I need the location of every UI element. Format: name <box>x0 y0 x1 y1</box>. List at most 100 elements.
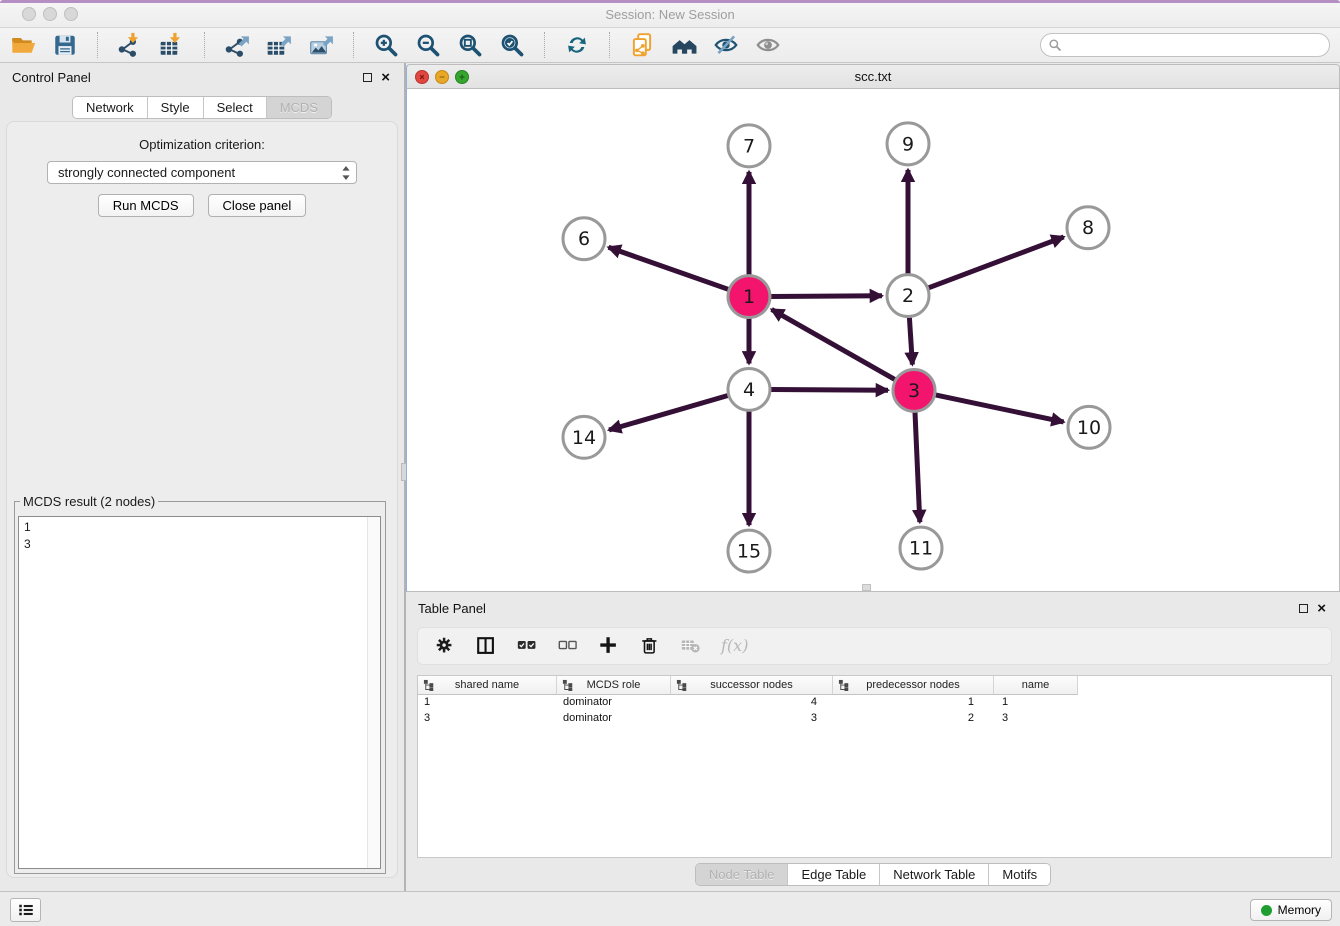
import-network-icon <box>117 32 143 58</box>
cell-successor-nodes[interactable]: 3 <box>671 711 833 727</box>
float-table-panel-icon[interactable] <box>1299 604 1308 613</box>
column-header-successor-nodes[interactable]: successor nodes <box>671 676 833 695</box>
column-header-predecessor-nodes[interactable]: predecessor nodes <box>833 676 994 695</box>
delete-table-button <box>677 632 705 660</box>
svg-text:f(x): f(x) <box>720 636 748 655</box>
refresh-button[interactable] <box>562 30 592 60</box>
tab-select[interactable]: Select <box>204 97 267 118</box>
mcds-panel: Optimization criterion: strongly connect… <box>6 121 398 878</box>
node-3[interactable]: 3 <box>893 369 935 411</box>
edge-2-8[interactable] <box>929 237 1064 288</box>
horizontal-splitter-grip[interactable] <box>862 584 871 591</box>
app-window: Session: New Session Control Panel × Net… <box>0 0 1340 926</box>
save-button[interactable] <box>50 30 80 60</box>
cell-name[interactable]: 1 <box>994 695 1078 711</box>
optimization-criterion-label: Optimization criterion: <box>7 137 397 152</box>
node-label: 9 <box>902 133 914 155</box>
node-7[interactable]: 7 <box>728 125 770 167</box>
toolbar-separator <box>353 32 354 58</box>
toolbar-separator <box>204 32 205 58</box>
node-2[interactable]: 2 <box>887 275 929 317</box>
node-10[interactable]: 10 <box>1068 406 1110 448</box>
node-1[interactable]: 1 <box>728 276 770 318</box>
criterion-dropdown[interactable]: strongly connected component <box>47 161 357 184</box>
zoom-in-button[interactable] <box>371 30 401 60</box>
sort-hierarchy-icon <box>423 679 434 694</box>
tab-style[interactable]: Style <box>148 97 204 118</box>
close-panel-button[interactable]: Close panel <box>208 194 307 217</box>
home-button[interactable] <box>669 30 699 60</box>
sort-hierarchy-icon <box>838 679 849 694</box>
cell-successor-nodes[interactable]: 4 <box>671 695 833 711</box>
memory-button[interactable]: Memory <box>1250 899 1332 921</box>
open-folder-button[interactable] <box>8 30 38 60</box>
status-bar: Memory <box>0 891 1340 926</box>
search-input[interactable] <box>1040 33 1330 57</box>
table-tab-network-table[interactable]: Network Table <box>880 864 989 885</box>
cell-shared-name[interactable]: 3 <box>418 711 557 727</box>
network-canvas[interactable]: 7 9 6 8 1 2 4 3 14 10 15 11 <box>406 89 1340 592</box>
tab-mcds[interactable]: MCDS <box>267 97 331 118</box>
deselect-all-checkboxes-button[interactable] <box>554 632 582 660</box>
cell-predecessor-nodes[interactable]: 1 <box>833 695 994 711</box>
edge-3-1[interactable] <box>772 309 895 379</box>
show-panels-button[interactable] <box>10 898 41 922</box>
close-table-panel-icon[interactable]: × <box>1317 601 1326 616</box>
edge-3-11[interactable] <box>915 412 920 522</box>
cell-shared-name[interactable]: 1 <box>418 695 557 711</box>
zoom-out-button[interactable] <box>413 30 443 60</box>
add-button[interactable] <box>595 632 623 660</box>
cell-mcds-role[interactable]: dominator <box>557 711 671 727</box>
node-11[interactable]: 11 <box>900 527 942 569</box>
cell-predecessor-nodes[interactable]: 2 <box>833 711 994 727</box>
export-image-button[interactable] <box>306 30 336 60</box>
node-4[interactable]: 4 <box>728 368 770 410</box>
function-builder-icon: f(x) <box>719 634 753 658</box>
edge-2-3[interactable] <box>909 318 912 365</box>
float-panel-icon[interactable] <box>363 73 372 82</box>
edge-1-6[interactable] <box>609 247 729 289</box>
show-visibility-button[interactable] <box>753 30 783 60</box>
export-table-icon <box>266 32 292 58</box>
node-15[interactable]: 15 <box>728 530 770 572</box>
mcds-result-text[interactable]: 13 <box>18 516 381 869</box>
export-network-button[interactable] <box>222 30 252 60</box>
result-scrollbar[interactable] <box>367 517 380 868</box>
node-14[interactable]: 14 <box>563 416 605 458</box>
cell-name[interactable]: 3 <box>994 711 1078 727</box>
close-panel-icon[interactable]: × <box>381 70 390 85</box>
zoom-fit-button[interactable] <box>455 30 485 60</box>
node-8[interactable]: 8 <box>1067 207 1109 249</box>
zoom-fit-icon <box>457 32 483 58</box>
import-table-button[interactable] <box>157 30 187 60</box>
edge-1-2[interactable] <box>771 296 882 297</box>
table-tab-node-table[interactable]: Node Table <box>696 864 789 885</box>
delete-button[interactable] <box>636 632 664 660</box>
edge-4-3[interactable] <box>771 390 888 391</box>
node-label: 2 <box>902 285 914 307</box>
cell-mcds-role[interactable]: dominator <box>557 695 671 711</box>
table-tab-edge-table[interactable]: Edge Table <box>788 864 880 885</box>
select-all-checkboxes-button[interactable] <box>513 632 541 660</box>
import-network-button[interactable] <box>115 30 145 60</box>
column-header-name[interactable]: name <box>994 676 1078 695</box>
tab-network[interactable]: Network <box>73 97 148 118</box>
edge-4-14[interactable] <box>609 395 728 430</box>
network-window-titlebar[interactable]: scc.txt <box>406 64 1340 89</box>
table-tab-motifs[interactable]: Motifs <box>989 864 1050 885</box>
edge-3-10[interactable] <box>936 395 1064 422</box>
hide-visibility-button[interactable] <box>711 30 741 60</box>
run-mcds-button[interactable]: Run MCDS <box>98 194 194 217</box>
criterion-dropdown-value: strongly connected component <box>58 165 235 180</box>
node-table: shared nameMCDS rolesuccessor nodesprede… <box>417 675 1332 858</box>
gear-button[interactable] <box>431 632 459 660</box>
column-header-mcds-role[interactable]: MCDS role <box>557 676 671 695</box>
node-9[interactable]: 9 <box>887 123 929 165</box>
zoom-selected-button[interactable] <box>497 30 527 60</box>
node-6[interactable]: 6 <box>563 218 605 260</box>
export-table-button[interactable] <box>264 30 294 60</box>
copy-share-button[interactable] <box>627 30 657 60</box>
columns-button[interactable] <box>472 632 500 660</box>
column-header-shared-name[interactable]: shared name <box>418 676 557 695</box>
window-title: Session: New Session <box>0 7 1340 22</box>
